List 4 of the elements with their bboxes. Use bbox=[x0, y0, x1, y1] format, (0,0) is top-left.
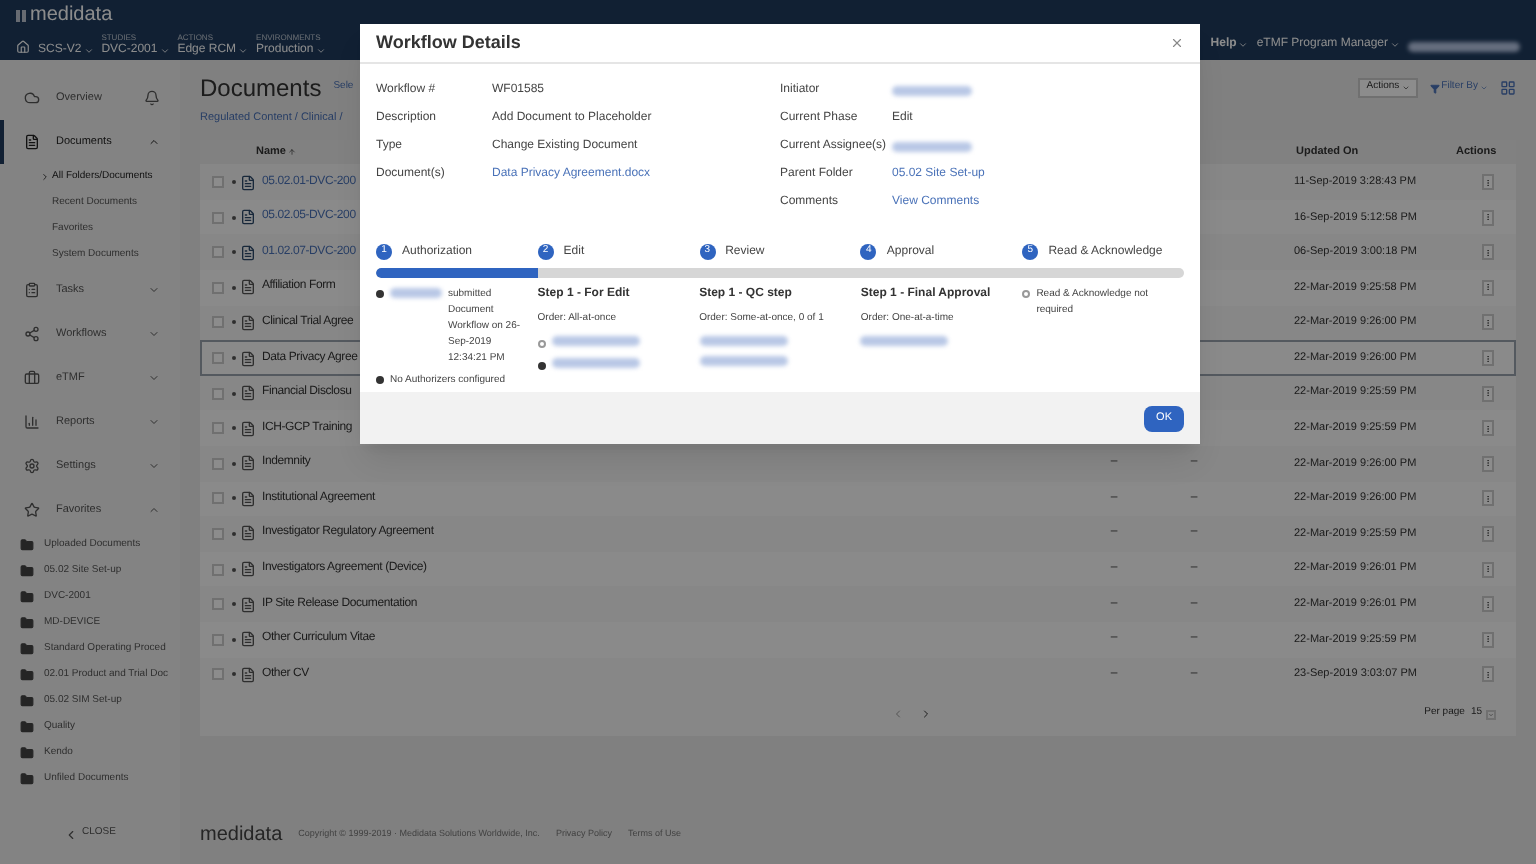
logo: medidata bbox=[30, 2, 113, 30]
page-title: Documents bbox=[200, 72, 322, 106]
footer-logo: medidata bbox=[200, 821, 283, 849]
dialog-title: Workflow Details bbox=[376, 29, 523, 56]
